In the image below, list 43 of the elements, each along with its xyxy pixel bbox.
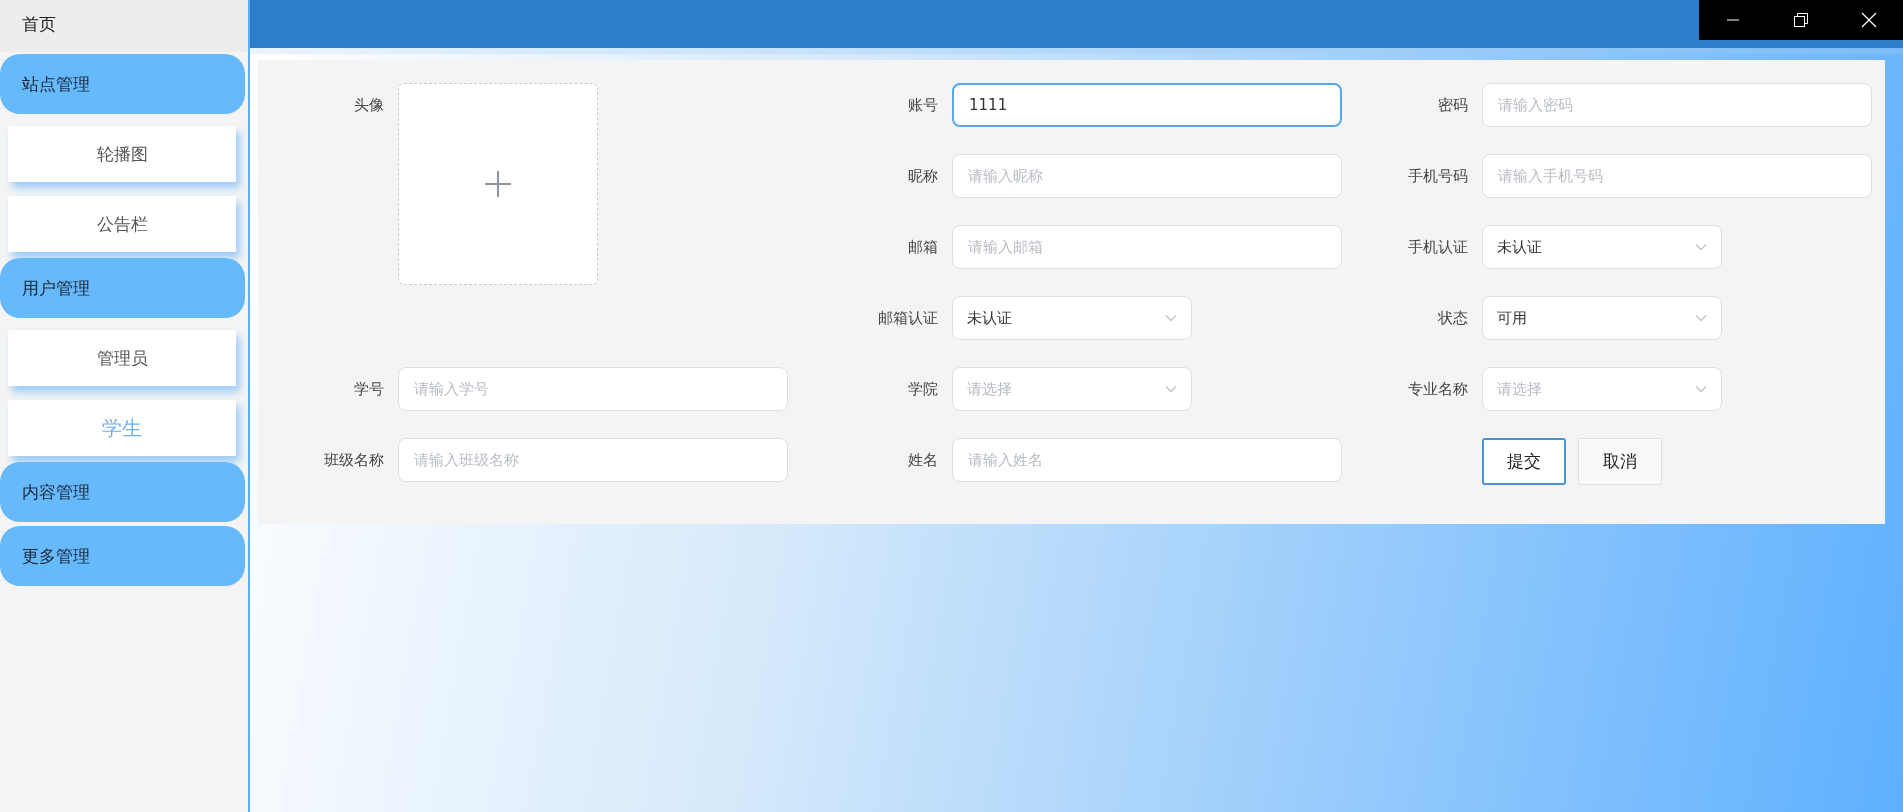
- input-field[interactable]: 请输入手机号码: [1482, 154, 1872, 198]
- select-field[interactable]: 未认证: [952, 296, 1192, 340]
- chevron-down-icon: [1165, 314, 1177, 322]
- menu-group-header[interactable]: 内容管理: [0, 462, 245, 522]
- chevron-down-icon: [1165, 385, 1177, 393]
- form-button[interactable]: 取消: [1578, 438, 1662, 485]
- field-label: 状态: [1437, 308, 1469, 329]
- field-label: 姓名: [907, 450, 939, 471]
- chevron-down-icon: [1695, 314, 1707, 322]
- plus-icon: [484, 170, 512, 198]
- input-field[interactable]: 请输入姓名: [952, 438, 1342, 482]
- field-label: 手机号码: [1407, 166, 1469, 187]
- menu-group-header[interactable]: 更多管理: [0, 526, 245, 586]
- submenu-item[interactable]: 公告栏: [8, 196, 236, 252]
- submenu-item[interactable]: 管理员: [8, 330, 236, 386]
- input-field[interactable]: 请输入昵称: [952, 154, 1342, 198]
- form-button[interactable]: 提交: [1482, 438, 1566, 485]
- restore-icon[interactable]: [1793, 12, 1809, 28]
- input-field[interactable]: 1111: [952, 83, 1342, 127]
- field-label: 手机认证: [1407, 237, 1469, 258]
- field-label: 学号: [353, 379, 385, 400]
- field-label: 邮箱认证: [877, 308, 939, 329]
- close-icon[interactable]: [1861, 12, 1877, 28]
- field-label: 账号: [907, 95, 939, 116]
- field-label: 学院: [907, 379, 939, 400]
- menu-group-header[interactable]: 用户管理: [0, 258, 245, 318]
- menu-group-header[interactable]: 站点管理: [0, 54, 245, 114]
- field-label: 班级名称: [323, 450, 385, 471]
- input-field[interactable]: 请输入密码: [1482, 83, 1872, 127]
- sidebar-home-item[interactable]: 首页: [0, 0, 248, 52]
- field-label: 密码: [1437, 95, 1469, 116]
- select-field[interactable]: 未认证: [1482, 225, 1722, 269]
- input-field[interactable]: 请输入学号: [398, 367, 788, 411]
- select-field[interactable]: 可用: [1482, 296, 1722, 340]
- input-field[interactable]: 请输入班级名称: [398, 438, 788, 482]
- field-label: 昵称: [907, 166, 939, 187]
- input-field[interactable]: 请输入邮箱: [952, 225, 1342, 269]
- field-label: 专业名称: [1407, 379, 1469, 400]
- chevron-down-icon: [1695, 243, 1707, 251]
- field-label: 头像: [353, 95, 385, 116]
- chevron-down-icon: [1695, 385, 1707, 393]
- field-label: 邮箱: [907, 237, 939, 258]
- submenu-item[interactable]: 轮播图: [8, 126, 236, 182]
